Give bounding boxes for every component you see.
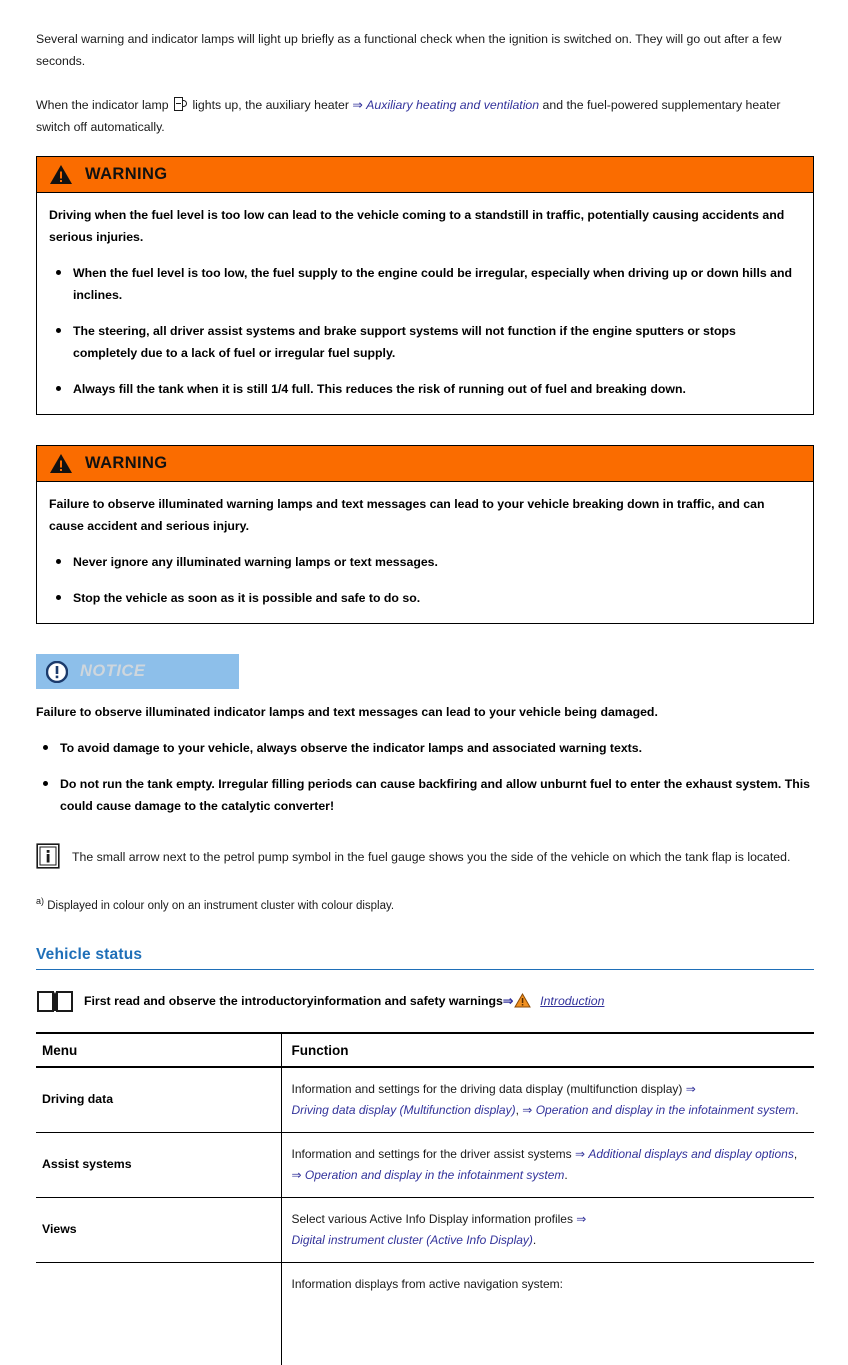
page-content: Several warning and indicator lamps will… xyxy=(36,28,814,1365)
notice-bullet-list: To avoid damage to your vehicle, always … xyxy=(36,737,814,817)
warning-box-warning-lamps: WARNING Failure to observe illuminated w… xyxy=(36,445,814,624)
warning-box-body: Failure to observe illuminated warning l… xyxy=(37,482,813,623)
link-additional-displays-and-display-options[interactable]: Additional displays and display options xyxy=(588,1147,793,1161)
notice-title: NOTICE xyxy=(80,662,146,680)
notice-lead-text: Failure to observe illuminated indicator… xyxy=(36,705,658,719)
link-digital-instrument-cluster[interactable]: Digital instrument cluster (Active Info … xyxy=(292,1233,533,1247)
warning-title: WARNING xyxy=(85,165,168,183)
cross-reference-arrow-icon: ⇒ xyxy=(352,98,363,112)
list-item: Always fill the tank when it is still 1/… xyxy=(49,378,801,400)
page-title: Vehicle status xyxy=(36,946,814,970)
function-text: Information and settings for the driver … xyxy=(291,1146,575,1161)
information-i-icon xyxy=(36,843,60,869)
list-item: When the fuel level is too low, the fuel… xyxy=(49,262,801,306)
intro-paragraph-2-text-before: When the indicator lamp xyxy=(36,98,169,112)
cross-reference-arrow-icon: ⇒ xyxy=(574,1146,586,1161)
table-row: Views Select various Active Info Display… xyxy=(36,1197,814,1263)
warning-box-fuel-level: WARNING Driving when the fuel level is t… xyxy=(36,156,814,415)
warning-box-header: WARNING xyxy=(37,157,813,193)
period: . xyxy=(532,1232,537,1247)
table-row: Information displays from active navigat… xyxy=(36,1262,814,1365)
link-auxiliary-heating-and-ventilation[interactable]: Auxiliary heating and ventilation xyxy=(366,98,539,112)
comma-separator: , xyxy=(793,1146,798,1161)
cell-function-driving-data: Information and settings for the driving… xyxy=(280,1066,814,1133)
cross-reference-arrow-icon: ⇒ xyxy=(522,1102,533,1117)
warning-bullet-list: Never ignore any illuminated warning lam… xyxy=(49,551,801,609)
read-first-text: First read and observe the introductoryi… xyxy=(84,993,503,1008)
link-driving-data-display[interactable]: Driving data display (Multifunction disp… xyxy=(292,1103,516,1117)
warning-box-body: Driving when the fuel level is too low c… xyxy=(37,193,813,414)
cell-menu-driving-data: Driving data xyxy=(36,1066,281,1133)
list-item: Never ignore any illuminated warning lam… xyxy=(49,551,801,573)
list-item: Stop the vehicle as soon as it is possib… xyxy=(49,587,801,609)
auxiliary-heater-indicator-lamp-icon xyxy=(174,97,188,112)
cross-reference-arrow-icon: ⇒ xyxy=(502,993,514,1008)
footnote: a) Displayed in colour only on an instru… xyxy=(36,891,814,916)
read-first-text-container: First read and observe the introductoryi… xyxy=(84,991,604,1011)
cross-reference-arrow-icon: ⇒ xyxy=(576,1211,587,1226)
warning-triangle-icon xyxy=(50,454,72,473)
cell-function-navigation: Information displays from active navigat… xyxy=(280,1262,814,1365)
orange-warning-triangle-icon xyxy=(514,992,532,1008)
period: . xyxy=(795,1102,799,1117)
cell-function-assist-systems: Information and settings for the driver … xyxy=(280,1132,814,1198)
cell-menu-assist-systems: Assist systems xyxy=(36,1132,281,1198)
cross-reference-arrow-icon: ⇒ xyxy=(291,1167,302,1182)
table-header-row: Menu Function xyxy=(36,1031,814,1068)
open-book-icon xyxy=(37,990,73,1012)
column-header-function: Function xyxy=(280,1031,814,1068)
warning-title: WARNING xyxy=(85,454,168,472)
notice-box-body: Failure to observe illuminated indicator… xyxy=(36,689,814,817)
warning-lead-text: Failure to observe illuminated warning l… xyxy=(49,497,765,533)
notice-box-header: NOTICE xyxy=(36,654,239,689)
link-operation-and-display-infotainment[interactable]: Operation and display in the infotainmen… xyxy=(305,1168,564,1182)
cell-menu-empty xyxy=(36,1262,281,1365)
link-introduction[interactable]: Introduction xyxy=(540,994,604,1008)
period: . xyxy=(564,1167,568,1182)
list-item: To avoid damage to your vehicle, always … xyxy=(36,737,814,759)
intro-paragraph-1: Several warning and indicator lamps will… xyxy=(36,32,782,68)
information-note: The small arrow next to the petrol pump … xyxy=(36,843,814,869)
footnote-text: Displayed in colour only on an instrumen… xyxy=(47,899,395,912)
information-note-text: The small arrow next to the petrol pump … xyxy=(72,850,791,864)
table-row: Driving data Information and settings fo… xyxy=(36,1066,814,1133)
comma-separator: , xyxy=(515,1102,519,1117)
cell-menu-views: Views xyxy=(36,1197,281,1263)
footnote-marker: a) xyxy=(36,896,45,906)
list-item: Do not run the tank empty. Irregular fil… xyxy=(36,773,814,817)
function-text: Select various Active Info Display infor… xyxy=(291,1211,577,1226)
warning-lead-text: Driving when the fuel level is too low c… xyxy=(49,208,785,244)
warning-box-header: WARNING xyxy=(37,446,813,482)
notice-box: NOTICE Failure to observe illuminated in… xyxy=(36,654,814,817)
function-text: Information and settings for the driving… xyxy=(291,1081,686,1096)
warning-bullet-list: When the fuel level is too low, the fuel… xyxy=(49,262,801,400)
cross-reference-arrow-icon: ⇒ xyxy=(685,1081,696,1096)
warning-triangle-icon xyxy=(50,165,72,184)
notice-exclamation-circle-icon xyxy=(46,660,68,683)
manual-page: Several warning and indicator lamps will… xyxy=(0,0,848,1365)
intro-paragraph-2: When the indicator lamp lights up, the a… xyxy=(36,94,814,138)
read-first-notice: First read and observe the introductoryi… xyxy=(36,988,814,1014)
list-item: The steering, all driver assist systems … xyxy=(49,320,801,364)
table-row: Assist systems Information and settings … xyxy=(36,1132,814,1198)
cell-function-views: Select various Active Info Display infor… xyxy=(280,1197,814,1263)
menu-function-table: Menu Function Driving data Information a… xyxy=(36,1031,814,1365)
column-header-menu: Menu xyxy=(36,1031,281,1068)
intro-paragraph-2-text-mid: lights up, the auxiliary heater xyxy=(192,98,349,112)
link-operation-and-display-infotainment[interactable]: Operation and display in the infotainmen… xyxy=(536,1103,795,1117)
